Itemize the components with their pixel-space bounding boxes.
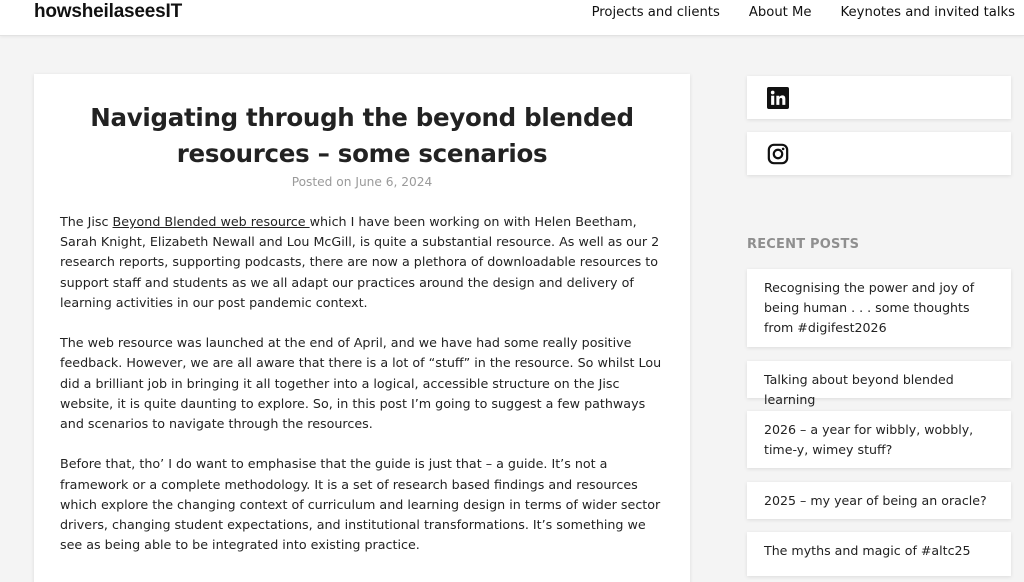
post-title: Navigating through the beyond blended re… (90, 103, 634, 168)
beyond-blended-link[interactable]: Beyond Blended web resource (113, 214, 310, 229)
nav-item-projects[interactable]: Projects and clients (592, 5, 720, 20)
post-body: The Jisc Beyond Blended web resource whi… (60, 212, 668, 576)
linkedin-widget (747, 76, 1011, 119)
post-paragraph: The Jisc Beyond Blended web resource whi… (60, 212, 668, 313)
recent-post-item[interactable]: 2026 – a year for wibbly, wobbly, time-y… (747, 411, 1011, 468)
recent-post-item[interactable]: Talking about beyond blended learning (747, 361, 1011, 407)
recent-post-item[interactable]: 2025 – my year of being an oracle? (747, 482, 1011, 519)
post-paragraph-text: The Jisc (60, 214, 113, 229)
post-date: Posted on June 6, 2024 (291, 175, 433, 189)
instagram-widget (747, 132, 1011, 175)
post-article: Navigating through the beyond blended re… (34, 74, 690, 582)
recent-post-item[interactable]: The myths and magic of #altc25 (747, 532, 1011, 576)
site-header: howsheilaseesIT Projects and clients Abo… (0, 0, 1024, 36)
site-title[interactable]: howsheilaseesIT (34, 1, 182, 23)
nav-item-about[interactable]: About Me (749, 5, 812, 20)
post-paragraph: Before that, tho’ I do want to emphasise… (60, 456, 661, 553)
nav-item-keynotes[interactable]: Keynotes and invited talks (841, 5, 1015, 20)
linkedin-icon[interactable] (767, 87, 789, 109)
instagram-icon[interactable] (767, 143, 789, 165)
post-paragraph: The web resource was launched at the end… (60, 335, 662, 432)
recent-post-item[interactable]: Recognising the power and joy of being h… (747, 269, 1011, 347)
recent-posts-heading: RECENT POSTS (747, 237, 860, 252)
main-nav: Projects and clients About Me Keynotes a… (592, 5, 1015, 20)
